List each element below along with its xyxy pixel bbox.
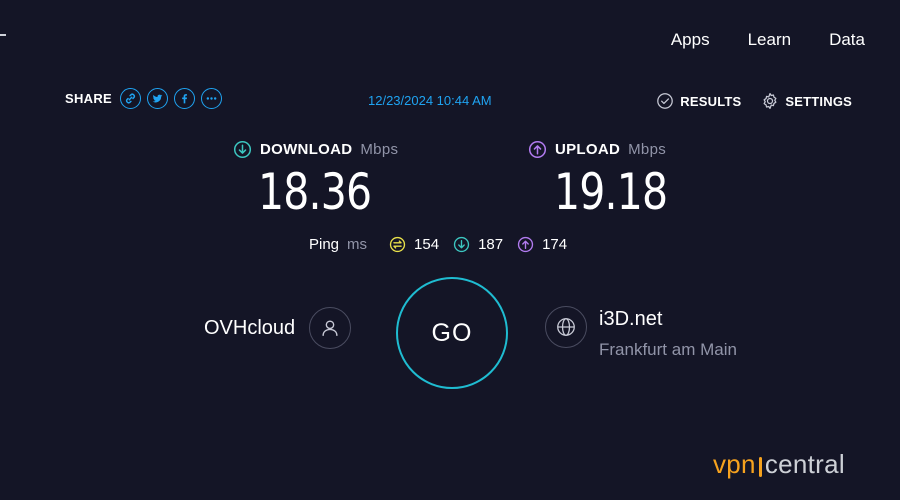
- more-icon[interactable]: [201, 88, 223, 109]
- download-ping-value: 187: [478, 236, 504, 253]
- idle-latency-icon: [389, 236, 406, 253]
- download-unit: Mbps: [360, 141, 399, 158]
- upload-ping[interactable]: 174: [517, 236, 567, 253]
- upload-unit: Mbps: [628, 141, 667, 158]
- upload-arrow-icon: [528, 140, 547, 159]
- download-value: 18.36: [258, 163, 372, 221]
- globe-icon[interactable]: [545, 306, 587, 348]
- brand-central-text: central: [764, 449, 845, 479]
- settings-link[interactable]: SETTINGS: [761, 92, 852, 110]
- results-link[interactable]: RESULTS: [656, 92, 741, 110]
- download-metric: DOWNLOAD Mbps 18.36: [233, 140, 398, 217]
- go-button[interactable]: GO: [396, 277, 508, 389]
- gear-icon: [763, 92, 777, 110]
- result-links: RESULTS SETTINGS: [656, 92, 852, 110]
- check-circle-icon: [657, 93, 674, 109]
- vpncentral-watermark: vpn central: [713, 449, 845, 480]
- ping-row: Ping ms 154 187 174: [309, 236, 581, 253]
- server-name: i3D.net: [599, 308, 663, 330]
- server-location[interactable]: Frankfurt am Main: [599, 340, 737, 360]
- upload-value: 19.18: [554, 163, 668, 221]
- download-label: DOWNLOAD: [260, 141, 353, 158]
- upload-label: UPLOAD: [555, 141, 621, 158]
- settings-label: SETTINGS: [785, 93, 852, 109]
- upload-metric: UPLOAD Mbps 19.18: [528, 140, 692, 217]
- share-bar: SHARE: [65, 88, 228, 109]
- upload-latency-icon: [517, 236, 534, 253]
- download-ping[interactable]: 187: [453, 236, 503, 253]
- idle-ping[interactable]: 154: [389, 236, 439, 253]
- brand-divider: [758, 457, 762, 477]
- user-icon[interactable]: [309, 307, 352, 349]
- nav-learn-link[interactable]: Learn: [748, 30, 791, 50]
- isp-info: OVHcloud: [204, 307, 352, 349]
- twitter-icon[interactable]: [147, 88, 169, 109]
- top-nav: Apps Learn Data: [671, 30, 865, 50]
- nav-apps-link[interactable]: Apps: [671, 30, 710, 50]
- test-timestamp[interactable]: 12/23/2024 10:44 AM: [368, 93, 492, 108]
- results-label: RESULTS: [680, 93, 742, 109]
- download-latency-icon: [453, 236, 470, 253]
- ping-label: Ping: [309, 236, 340, 253]
- download-header: DOWNLOAD Mbps: [233, 140, 398, 159]
- idle-ping-value: 154: [414, 236, 440, 253]
- facebook-icon[interactable]: [174, 88, 196, 109]
- isp-name: OVHcloud: [204, 316, 296, 339]
- link-icon[interactable]: [120, 88, 142, 109]
- nav-data-link[interactable]: Data: [829, 30, 865, 50]
- window-edge-mark: [0, 34, 6, 36]
- upload-ping-value: 174: [542, 236, 568, 253]
- download-arrow-icon: [233, 140, 252, 159]
- server-info: i3D.net Frankfurt am Main: [545, 306, 737, 360]
- ping-unit: ms: [347, 236, 368, 253]
- server-details: i3D.net Frankfurt am Main: [599, 308, 737, 360]
- share-label: SHARE: [65, 91, 113, 106]
- brand-vpn-text: vpn: [713, 449, 756, 479]
- upload-header: UPLOAD Mbps: [528, 140, 692, 159]
